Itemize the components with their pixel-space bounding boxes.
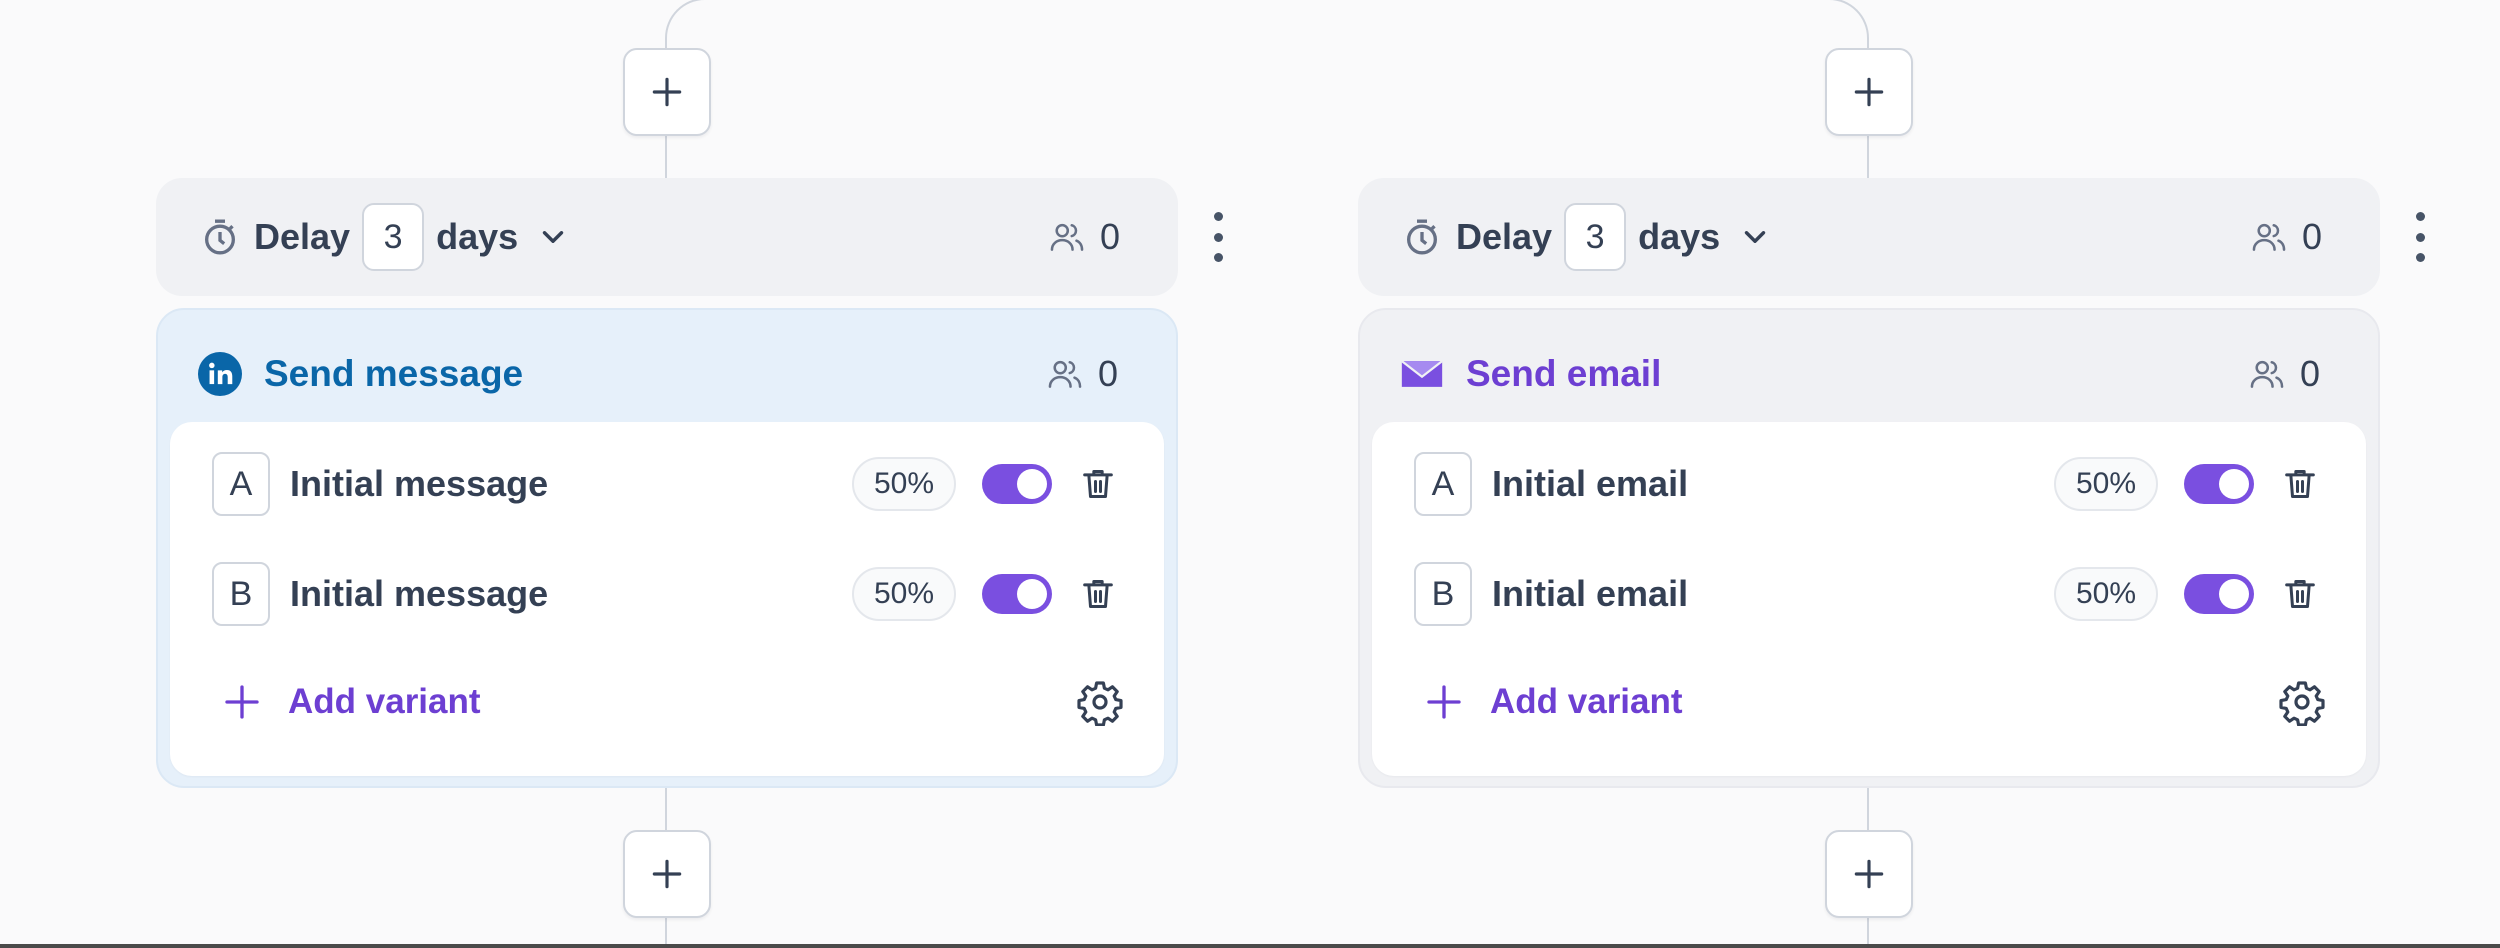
count-value: 0 bbox=[1097, 353, 1118, 394]
add-variant-button[interactable]: Add variant bbox=[1424, 672, 2326, 732]
users-icon bbox=[1050, 223, 1084, 251]
variant-name[interactable]: Initial email bbox=[1492, 573, 1688, 615]
step-contacts-count: 0 bbox=[1046, 353, 1118, 395]
connector-curve bbox=[1809, 0, 1869, 48]
add-variant-label: Add variant bbox=[288, 682, 481, 721]
gear-icon[interactable] bbox=[2278, 678, 2326, 726]
delay-contacts-count: 0 bbox=[2250, 216, 2322, 258]
variant-toggle[interactable] bbox=[2184, 464, 2254, 504]
variants-panel: A Initial message 50% B Initial message … bbox=[170, 422, 1164, 776]
add-step-button[interactable] bbox=[1825, 48, 1913, 136]
users-icon bbox=[2250, 360, 2284, 388]
sequence-column-email: Delay 3 days 0 Send email 0 A Initial em… bbox=[1358, 0, 2458, 948]
plus-icon bbox=[225, 685, 259, 719]
delay-bar: Delay 3 days 0 bbox=[156, 178, 1178, 296]
connector-curve bbox=[665, 0, 725, 48]
variant-letter: B bbox=[1414, 562, 1472, 626]
plus-icon bbox=[652, 859, 682, 889]
variant-toggle[interactable] bbox=[982, 464, 1052, 504]
variant-letter: A bbox=[212, 452, 270, 516]
variant-row[interactable]: A Initial message 50% bbox=[212, 452, 1118, 516]
step-title: Send email bbox=[1466, 353, 1662, 394]
trash-icon[interactable] bbox=[2280, 574, 2320, 614]
trash-icon[interactable] bbox=[1078, 464, 1118, 504]
linkedin-icon bbox=[198, 352, 242, 396]
chevron-down-icon[interactable] bbox=[1738, 220, 1772, 254]
step-card-send-message: Send message 0 A Initial message 50% B I… bbox=[156, 308, 1178, 788]
count-value: 0 bbox=[2301, 216, 2322, 257]
variant-percent-badge: 50% bbox=[852, 567, 956, 621]
variant-letter: A bbox=[1414, 452, 1472, 516]
variant-toggle[interactable] bbox=[2184, 574, 2254, 614]
plus-icon bbox=[1854, 77, 1884, 107]
plus-icon bbox=[652, 77, 682, 107]
variant-toggle[interactable] bbox=[982, 574, 1052, 614]
trash-icon[interactable] bbox=[1078, 574, 1118, 614]
add-variant-label: Add variant bbox=[1490, 682, 1683, 721]
delay-contacts-count: 0 bbox=[1048, 216, 1120, 258]
variant-row[interactable]: A Initial email 50% bbox=[1414, 452, 2320, 516]
variant-row[interactable]: B Initial message 50% bbox=[212, 562, 1118, 626]
bottom-border bbox=[0, 944, 2500, 948]
stopwatch-icon bbox=[1407, 219, 1437, 255]
variant-percent-badge: 50% bbox=[2054, 567, 2158, 621]
trash-icon[interactable] bbox=[2280, 464, 2320, 504]
plus-icon bbox=[1854, 859, 1884, 889]
plus-icon bbox=[1427, 685, 1461, 719]
gear-icon[interactable] bbox=[1076, 678, 1124, 726]
variant-name[interactable]: Initial email bbox=[1492, 463, 1688, 505]
step-title: Send message bbox=[264, 353, 524, 394]
delay-label: Delay bbox=[1456, 216, 1553, 257]
delay-label: Delay bbox=[254, 216, 351, 257]
delay-unit: days bbox=[436, 216, 519, 257]
step-card-send-email: Send email 0 A Initial email 50% B Initi… bbox=[1358, 308, 2380, 788]
step-header: Send email 0 bbox=[1400, 346, 2320, 402]
variants-panel: A Initial email 50% B Initial email 50% bbox=[1372, 422, 2366, 776]
more-options-icon[interactable] bbox=[2408, 212, 2432, 262]
variant-percent-badge: 50% bbox=[2054, 457, 2158, 511]
delay-days-input[interactable]: 3 bbox=[362, 203, 425, 271]
variant-percent-badge: 50% bbox=[852, 457, 956, 511]
variant-name[interactable]: Initial message bbox=[290, 573, 548, 615]
variant-name[interactable]: Initial message bbox=[290, 463, 548, 505]
users-icon bbox=[2252, 223, 2286, 251]
more-options-icon[interactable] bbox=[1206, 212, 1230, 262]
add-step-button[interactable] bbox=[1825, 830, 1913, 918]
chevron-down-icon[interactable] bbox=[536, 220, 570, 254]
delay-days-input[interactable]: 3 bbox=[1564, 203, 1627, 271]
step-contacts-count: 0 bbox=[2248, 353, 2320, 395]
sequence-column-linkedin: Delay 3 days 0 Send message 0 A Initial … bbox=[156, 0, 1256, 948]
add-variant-button[interactable]: Add variant bbox=[222, 672, 1124, 732]
envelope-icon bbox=[1401, 360, 1443, 387]
delay-bar: Delay 3 days 0 bbox=[1358, 178, 2380, 296]
step-header: Send message 0 bbox=[198, 346, 1118, 402]
variant-row[interactable]: B Initial email 50% bbox=[1414, 562, 2320, 626]
add-step-button[interactable] bbox=[623, 48, 711, 136]
delay-unit: days bbox=[1638, 216, 1721, 257]
users-icon bbox=[1048, 360, 1082, 388]
variant-letter: B bbox=[212, 562, 270, 626]
count-value: 0 bbox=[1099, 216, 1120, 257]
stopwatch-icon bbox=[205, 219, 235, 255]
count-value: 0 bbox=[2299, 353, 2320, 394]
add-step-button[interactable] bbox=[623, 830, 711, 918]
